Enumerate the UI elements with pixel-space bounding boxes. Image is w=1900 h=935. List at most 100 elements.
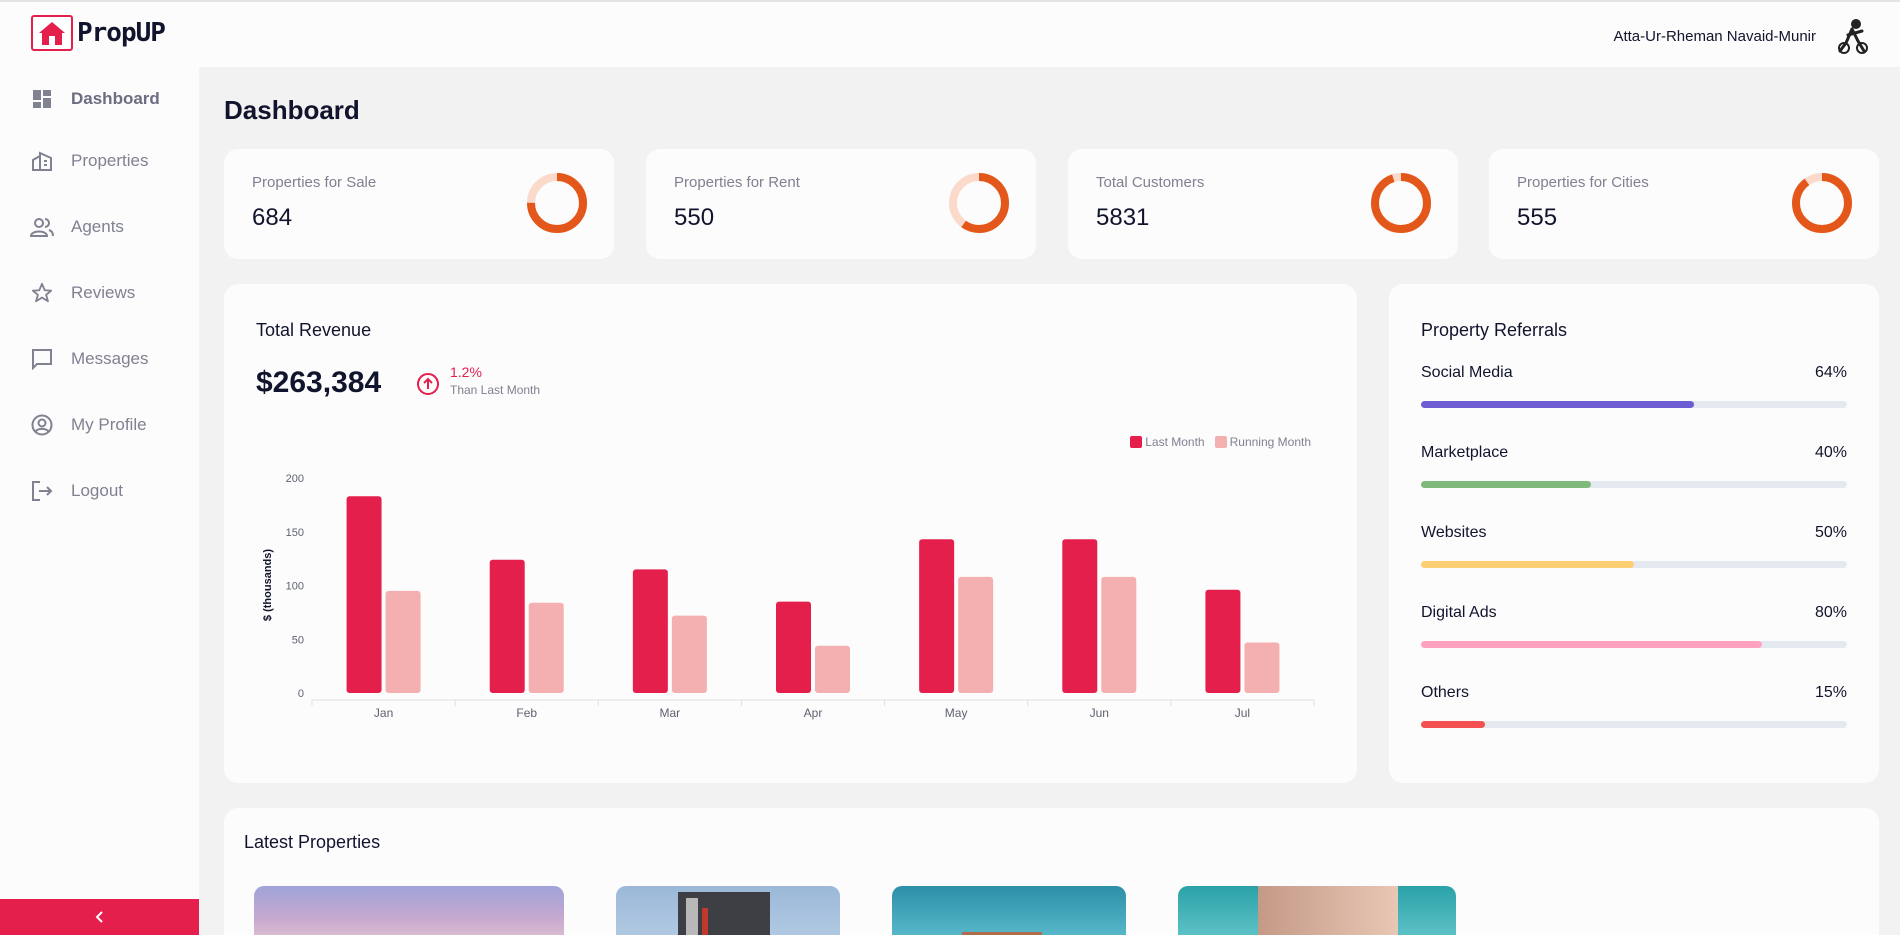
property-card-image[interactable] [254,886,564,935]
bar-running-month[interactable] [1244,642,1280,693]
referral-percent: 40% [1814,444,1847,461]
top-header: PropUP Atta-Ur-Rheman Navaid-Munir [0,0,1900,67]
y-tick-label: 50 [292,634,304,646]
sidebar-item-label: Logout [71,481,123,500]
building-shape [686,898,698,935]
sidebar-item-messages[interactable]: Messages [30,344,148,374]
referral-label: Marketplace [1421,444,1509,461]
home-icon [31,15,73,51]
building-shape [702,908,708,935]
user-name: Atta-Ur-Rheman Navaid-Munir [1613,27,1816,45]
stat-donut [1792,173,1852,233]
total-revenue-card: Total Revenue $263,384 1.2% Than Last Mo… [224,284,1357,783]
referral-row-websites: Websites 50% [1421,524,1847,568]
bar-running-month[interactable] [1101,576,1137,693]
referral-percent: 15% [1814,684,1847,701]
bar-last-month[interactable] [632,569,668,693]
bar-running-month[interactable] [958,576,994,693]
stat-label: Properties for Rent [674,174,800,191]
referral-progress-track [1421,721,1847,728]
sidebar-item-label: My Profile [71,415,147,434]
page-title: Dashboard [224,95,360,125]
sidebar-item-my-profile[interactable]: My Profile [30,410,147,440]
sidebar-item-label: Dashboard [71,89,160,108]
x-tick-label: Feb [516,706,537,720]
chevron-left-icon [95,911,103,923]
logout-icon [30,479,54,503]
y-tick-label: 150 [286,527,304,539]
referral-progress-fill [1421,721,1485,728]
sidebar-item-agents[interactable]: Agents [30,212,124,242]
user-menu[interactable]: Atta-Ur-Rheman Navaid-Munir [1613,17,1872,55]
stat-value: 550 [674,204,715,231]
stat-card-cities: Properties for Cities 555 [1489,149,1879,259]
referral-progress-track [1421,401,1847,408]
bar-running-month[interactable] [815,645,850,693]
dashboard-icon [30,87,54,111]
y-axis-label: $ (thousands) [262,549,274,621]
stat-donut [527,173,587,233]
bar-last-month[interactable] [919,539,955,693]
x-tick-label: Apr [804,706,823,720]
sidebar: Dashboard Properties Agents Reviews Mess… [0,67,199,935]
referral-label: Others [1421,684,1470,701]
stat-value: 5831 [1096,204,1150,231]
account-circle-icon [30,413,54,437]
stat-donut [1371,173,1431,233]
donut-value-arc [1371,173,1431,233]
property-card-image[interactable] [616,886,840,935]
referral-progress-track [1421,641,1847,648]
property-referrals-card: Property Referrals Social Media 64% Marke… [1389,284,1879,783]
property-card-image[interactable] [1178,886,1456,935]
stat-label: Properties for Cities [1517,174,1649,191]
star-icon [30,281,54,305]
stat-label: Properties for Sale [252,174,377,191]
y-tick-label: 0 [298,688,304,700]
stat-label: Total Customers [1096,174,1205,191]
y-tick-label: 100 [286,581,304,593]
sidebar-item-properties[interactable]: Properties [30,146,148,176]
stat-donut [949,173,1009,233]
referral-progress-track [1421,561,1847,568]
bar-last-month[interactable] [776,601,811,693]
app-name: PropUP [77,18,166,48]
sidebar-item-dashboard[interactable]: Dashboard [30,84,160,114]
bar-running-month[interactable] [385,590,421,693]
bar-last-month[interactable] [346,496,382,693]
y-tick-label: 200 [286,473,304,485]
latest-properties-card: Latest Properties [224,808,1879,935]
people-icon [30,215,54,239]
app-logo[interactable]: PropUP [31,15,166,51]
sidebar-collapse-button[interactable] [0,899,199,935]
referral-label: Websites [1421,524,1487,541]
avatar[interactable] [1834,17,1872,55]
referral-label: Social Media [1421,364,1513,381]
sidebar-item-logout[interactable]: Logout [30,476,123,506]
bar-running-month[interactable] [528,602,564,693]
referral-progress-track [1421,481,1847,488]
message-icon [30,347,54,371]
bar-last-month[interactable] [1062,539,1098,693]
stat-value: 555 [1517,204,1558,231]
property-card-image[interactable] [892,886,1126,935]
revenue-bar-chart: 0 50 100 150 200 $ (thousands) Jan Feb Mar Apr May… [262,473,1315,720]
x-tick-label: Jun [1090,706,1109,720]
sidebar-item-label: Agents [71,217,124,236]
referral-percent: 80% [1814,604,1847,621]
sidebar-item-reviews[interactable]: Reviews [30,278,135,308]
stat-card-sale: Properties for Sale 684 [224,149,614,259]
bar-running-month[interactable] [671,615,707,693]
building-shape [1258,886,1398,935]
referral-row-digital-ads: Digital Ads 80% [1421,604,1847,648]
sidebar-item-label: Messages [71,349,149,368]
x-tick-label: Jan [374,706,393,720]
latest-properties-title: Latest Properties [244,832,381,852]
bar-last-month[interactable] [1205,589,1241,693]
x-tick-label: Jul [1235,706,1250,720]
referral-percent: 50% [1814,524,1847,541]
referral-row-social-media: Social Media 64% [1421,364,1847,408]
bar-last-month[interactable] [489,559,525,693]
referral-progress-fill [1421,401,1694,408]
building-icon [30,149,54,173]
referral-percent: 64% [1814,364,1847,381]
